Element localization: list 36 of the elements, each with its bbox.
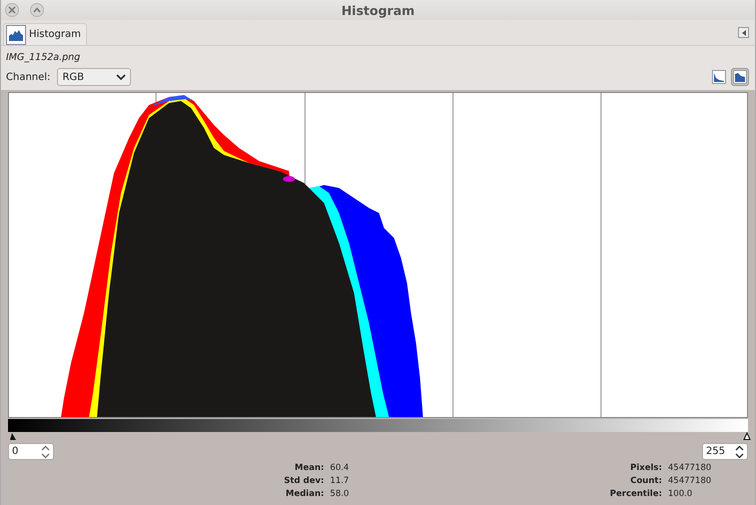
stat-value: 45477180 bbox=[668, 462, 712, 474]
low-range-field[interactable]: 0 bbox=[8, 443, 54, 460]
stat-value: 100.0 bbox=[668, 488, 694, 500]
histogram-tab[interactable]: Histogram bbox=[3, 23, 87, 45]
close-icon bbox=[8, 6, 16, 14]
spin-arrows-icon bbox=[41, 444, 50, 458]
image-name: IMG_1152a.png bbox=[6, 52, 82, 63]
high-marker-icon[interactable] bbox=[743, 432, 751, 440]
spin-arrows-icon bbox=[735, 444, 744, 458]
histogram-icon bbox=[6, 24, 26, 44]
linear-view-button[interactable] bbox=[710, 68, 728, 86]
high-range-field[interactable]: 255 bbox=[702, 443, 748, 460]
stat-value: 45477180 bbox=[668, 475, 712, 487]
close-button[interactable] bbox=[5, 3, 19, 17]
stat-value: 60.4 bbox=[330, 462, 350, 474]
stat-label: Mean: bbox=[294, 462, 324, 474]
chevron-down-icon bbox=[116, 74, 126, 80]
chevron-up-icon bbox=[33, 7, 41, 13]
window-title: Histogram bbox=[341, 2, 415, 18]
stat-label: Count: bbox=[629, 475, 662, 487]
stat-value: 58.0 bbox=[330, 488, 350, 500]
stat-value: 11.7 bbox=[330, 475, 350, 487]
stat-label: Percentile: bbox=[610, 488, 662, 500]
stat-label: Pixels: bbox=[629, 462, 662, 474]
channel-label: Channel: bbox=[6, 72, 50, 82]
triangle-left-icon bbox=[740, 30, 746, 36]
channel-dropdown[interactable]: RGB bbox=[57, 68, 132, 86]
overlap-mark bbox=[283, 176, 295, 182]
logarithmic-view-button[interactable] bbox=[731, 68, 749, 86]
stat-label: Std dev: bbox=[284, 475, 324, 487]
maximize-button[interactable] bbox=[30, 3, 44, 17]
panel-menu-button[interactable] bbox=[738, 27, 749, 38]
histogram-icon bbox=[712, 70, 726, 84]
peak-mark bbox=[149, 95, 194, 107]
histogram-icon bbox=[733, 70, 747, 84]
stat-label: Median: bbox=[284, 488, 324, 500]
